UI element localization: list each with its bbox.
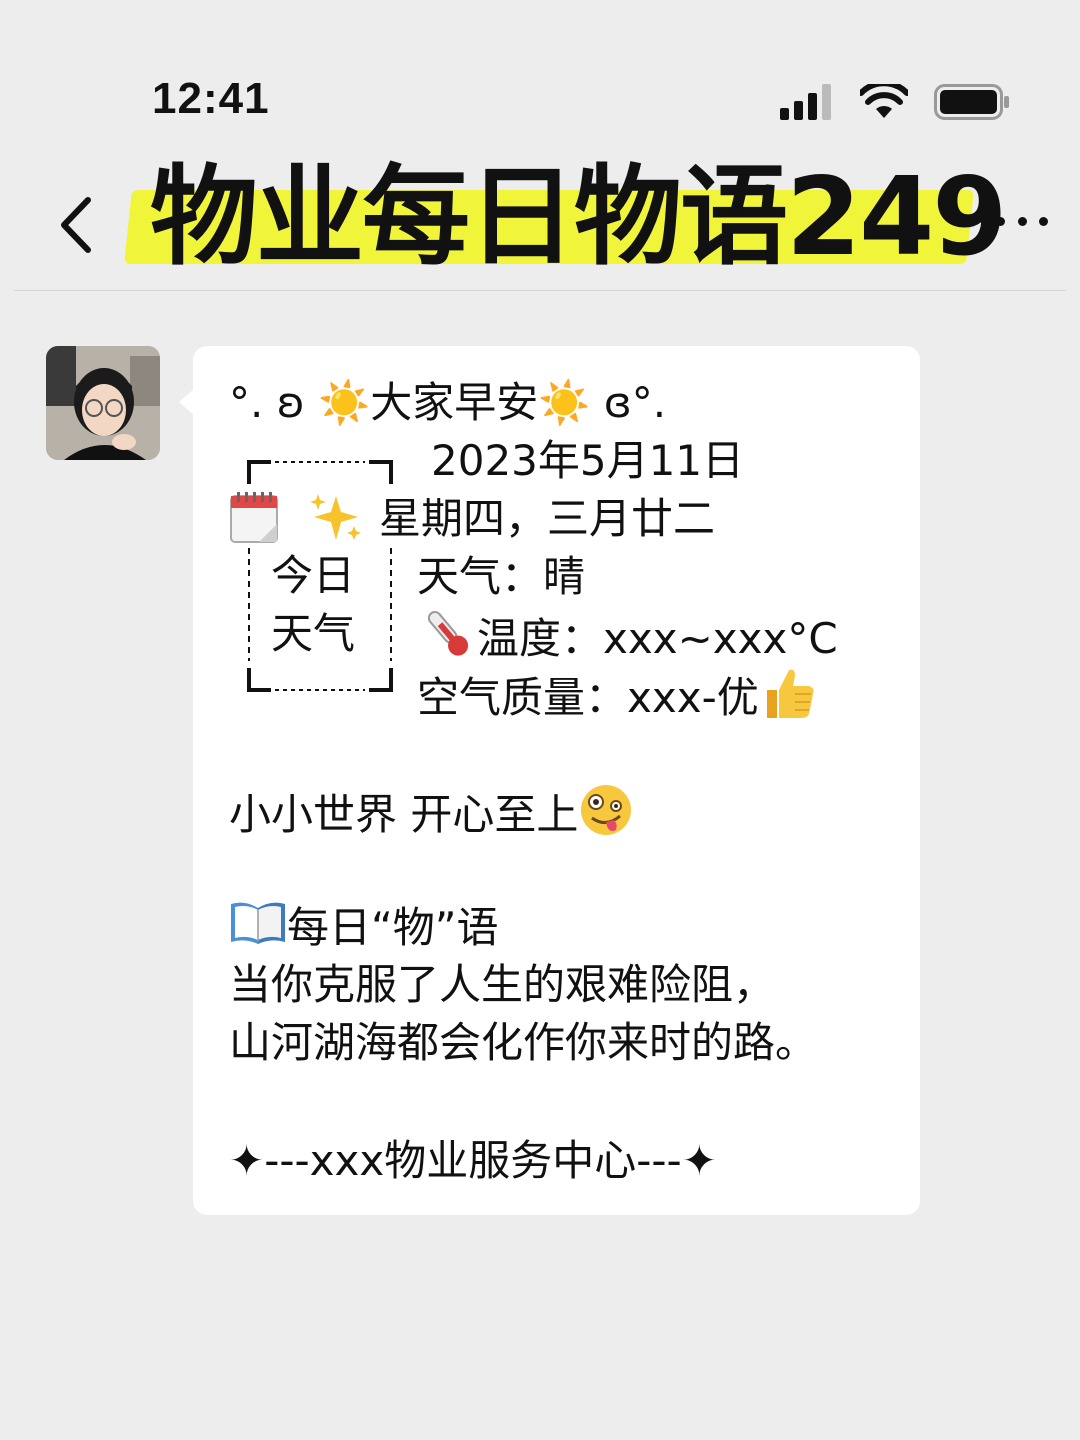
- signature-line: ✦---xxx物业服务中心---✦: [229, 1136, 717, 1185]
- dot: [1017, 216, 1027, 226]
- signal-icon: [780, 84, 831, 120]
- greeting-line: °. ʚ ☀️大家早安☀️ ɞ°.: [229, 378, 667, 427]
- avatar-image: [46, 346, 160, 460]
- status-time: 12:41: [152, 74, 270, 123]
- page-title: 物业每日物语249: [150, 155, 1007, 280]
- more-dots-icon[interactable]: [996, 208, 1048, 234]
- frame-label-weather: 天气: [271, 609, 356, 658]
- quote-line-2: 山河湖海都会化作你来时的路。: [229, 1018, 818, 1067]
- daily-heading-text: 每日“物”语: [287, 903, 499, 952]
- quote-line-1: 当你克服了人生的艰难险阻，: [229, 960, 776, 1009]
- open-book-icon: [229, 898, 287, 963]
- battery-icon: [934, 84, 1009, 120]
- weather-line: 天气：晴: [417, 552, 586, 601]
- zany-face-icon: [578, 782, 634, 853]
- air-quality-text: 空气质量：xxx-优: [417, 673, 759, 722]
- thumbs-up-icon: [759, 664, 817, 737]
- nav-bar: 物业每日物语249: [0, 150, 1080, 290]
- temperature-text: 温度：xxx~xxx°C: [477, 614, 838, 663]
- dot: [1039, 216, 1048, 226]
- header-divider: [14, 290, 1066, 291]
- frame-label-today: 今日: [271, 551, 356, 600]
- motto-text: 小小世界 开心至上: [229, 790, 579, 839]
- date-line: 2023年5月11日: [431, 436, 745, 485]
- message-bubble[interactable]: °. ʚ ☀️大家早安☀️ ɞ°. 2023年5月11日 星期四，三月廿二 今日…: [179, 346, 920, 1215]
- dot: [996, 216, 1005, 226]
- status-bar: 12:41: [0, 0, 1080, 160]
- today-weather-frame: 今日 天气: [245, 456, 395, 696]
- wifi-icon: [860, 84, 908, 118]
- bubble-tail: [179, 388, 195, 416]
- status-icons: [780, 80, 1010, 124]
- avatar[interactable]: [46, 346, 160, 460]
- air-quality-row: 空气质量：xxx-优: [417, 664, 817, 737]
- weekday-lunar: 星期四，三月廿二: [379, 494, 716, 543]
- motto-row: 小小世界 开心至上: [229, 782, 634, 853]
- back-chevron-icon[interactable]: [52, 190, 100, 260]
- daily-heading-row: 每日“物”语: [229, 898, 499, 963]
